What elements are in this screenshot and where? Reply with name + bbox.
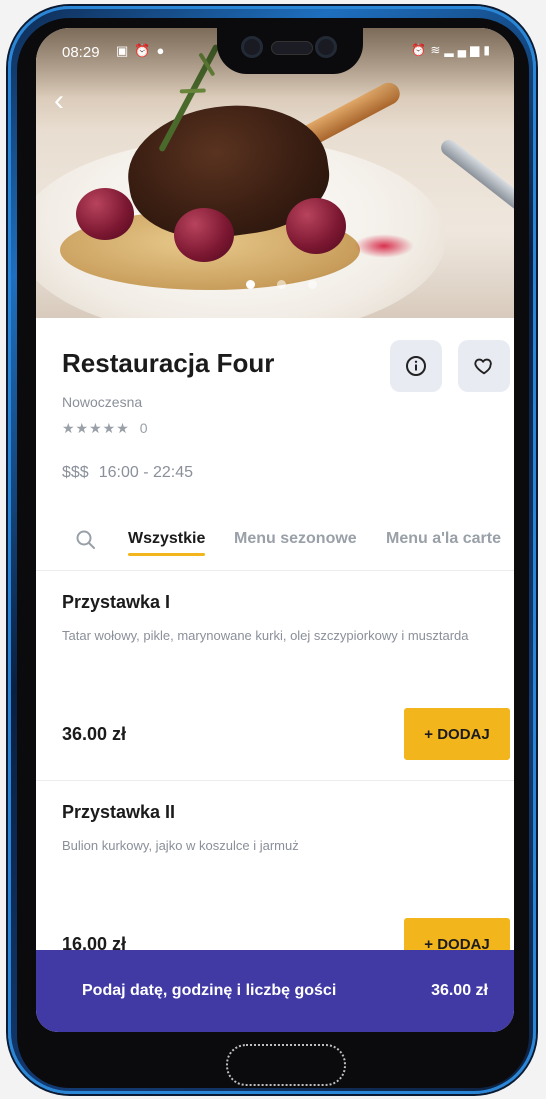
- home-button[interactable]: [226, 1044, 346, 1086]
- restaurant-name: Restauracja Four: [62, 348, 275, 378]
- camera-notch: [217, 26, 363, 74]
- system-icons: ⏰≋▂▄▆▮: [411, 43, 494, 57]
- favorite-button[interactable]: [458, 340, 510, 392]
- carousel-dot[interactable]: [308, 280, 317, 289]
- search-icon: [76, 530, 95, 549]
- rating: ★★★★★ 0: [62, 420, 148, 437]
- price-level: $$$: [62, 464, 89, 481]
- earpiece: [271, 41, 313, 55]
- menu-search-button[interactable]: [74, 528, 98, 557]
- opening-hours: 16:00 - 22:45: [98, 464, 193, 481]
- rating-stars: ★★★★★: [62, 420, 130, 436]
- menu-item-price: 36.00 zł: [62, 724, 127, 744]
- menu-item-description: Bulion kurkowy, jajko w koszulce i jarmu…: [62, 838, 299, 853]
- front-camera: [241, 36, 263, 58]
- tab-menu-sezonowe[interactable]: Menu sezonowe: [234, 530, 357, 548]
- booking-total: 36.00 zł: [431, 982, 488, 999]
- menu-item-name: Przystawka II: [62, 802, 176, 822]
- heart-icon: [474, 358, 492, 375]
- info-button[interactable]: [390, 340, 442, 392]
- wifi-icon: ≋: [430, 43, 445, 57]
- alarm-icon: ⏰: [411, 43, 431, 57]
- front-sensor: [315, 36, 337, 58]
- signal-icon: ▂▄▆: [444, 43, 484, 57]
- menu-item-description: Tatar wołowy, pikle, marynowane kurki, o…: [62, 628, 469, 643]
- booking-prompt: Podaj datę, godzinę i liczbę gości: [82, 982, 337, 999]
- battery-icon: ▮: [483, 43, 494, 57]
- carousel-dot[interactable]: [277, 280, 286, 289]
- alarm-icon: ⏰: [134, 43, 157, 58]
- restaurant-category: Nowoczesna: [62, 394, 143, 410]
- add-item-button[interactable]: + DODAJ: [404, 708, 510, 760]
- status-time: 08:29: [62, 44, 100, 61]
- menu-item-name: Przystawka I: [62, 592, 171, 612]
- tab-menu-a-la-carte[interactable]: Menu a'la carte: [386, 530, 501, 548]
- chevron-left-icon: ‹: [54, 84, 64, 117]
- image-icon: ▣: [116, 43, 135, 58]
- menu-item: Przystawka I Tatar wołowy, pikle, maryno…: [36, 572, 514, 781]
- booking-bar[interactable]: Podaj datę, godzinę i liczbę gości 36.00…: [36, 950, 514, 1032]
- notification-icons: ▣⏰●: [116, 43, 170, 59]
- tab-wszystkie[interactable]: Wszystkie: [128, 530, 206, 556]
- info-icon: [406, 356, 426, 376]
- rating-count: 0: [139, 420, 148, 436]
- restaurant-meta: $$$ 16:00 - 22:45: [62, 464, 193, 482]
- message-icon: ●: [156, 43, 171, 58]
- app-screen: 08:29 ▣⏰● ⏰≋▂▄▆▮ ‹ Restauracja Four Nowo…: [36, 28, 514, 1032]
- back-button[interactable]: ‹: [54, 86, 64, 116]
- carousel-dot[interactable]: [246, 280, 255, 289]
- menu-tabs: Wszystkie Menu sezonowe Menu a'la carte: [36, 518, 514, 571]
- carousel-dots: [246, 280, 317, 289]
